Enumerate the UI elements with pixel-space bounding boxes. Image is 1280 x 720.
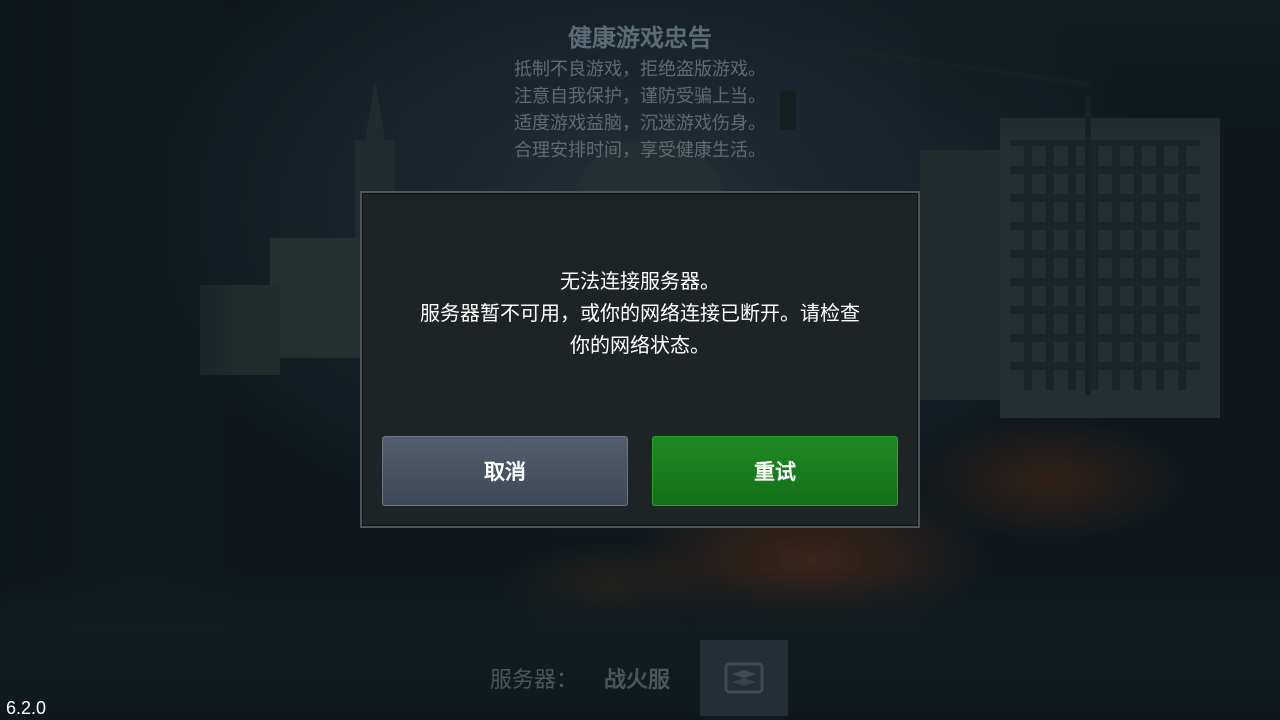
connection-error-dialog: 无法连接服务器。 服务器暂不可用，或你的网络连接已断开。请检查 你的网络状态。 … bbox=[360, 191, 920, 528]
advisory-line: 抵制不良游戏，拒绝盗版游戏。 bbox=[514, 59, 766, 80]
dialog-message: 无法连接服务器。 服务器暂不可用，或你的网络连接已断开。请检查 你的网络状态。 bbox=[382, 265, 898, 361]
server-select-icon[interactable] bbox=[700, 640, 788, 716]
dialog-message-line: 你的网络状态。 bbox=[570, 333, 710, 357]
version-label: 6.2.0 bbox=[6, 698, 47, 718]
cancel-button[interactable]: 取消 bbox=[382, 436, 628, 506]
advisory-line: 合理安排时间，享受健康生活。 bbox=[514, 140, 766, 161]
advisory-title: 健康游戏忠告 bbox=[568, 24, 712, 52]
retry-button[interactable]: 重试 bbox=[652, 436, 898, 506]
server-select-icon-graphic bbox=[724, 662, 764, 694]
server-name: 战火服 bbox=[604, 668, 671, 693]
advisory-line: 注意自我保护，谨防受骗上当。 bbox=[514, 86, 766, 107]
dialog-message-line: 无法连接服务器。 bbox=[560, 269, 720, 293]
server-label: 服务器： bbox=[490, 668, 579, 693]
advisory-line: 适度游戏益脑，沉迷游戏伤身。 bbox=[514, 113, 766, 134]
dialog-message-line: 服务器暂不可用，或你的网络连接已断开。请检查 bbox=[420, 301, 860, 325]
health-advisory: 健康游戏忠告 抵制不良游戏，拒绝盗版游戏。 注意自我保护，谨防受骗上当。 适度游… bbox=[440, 20, 840, 164]
server-selector[interactable]: 服务器： 战火服 bbox=[490, 660, 670, 696]
